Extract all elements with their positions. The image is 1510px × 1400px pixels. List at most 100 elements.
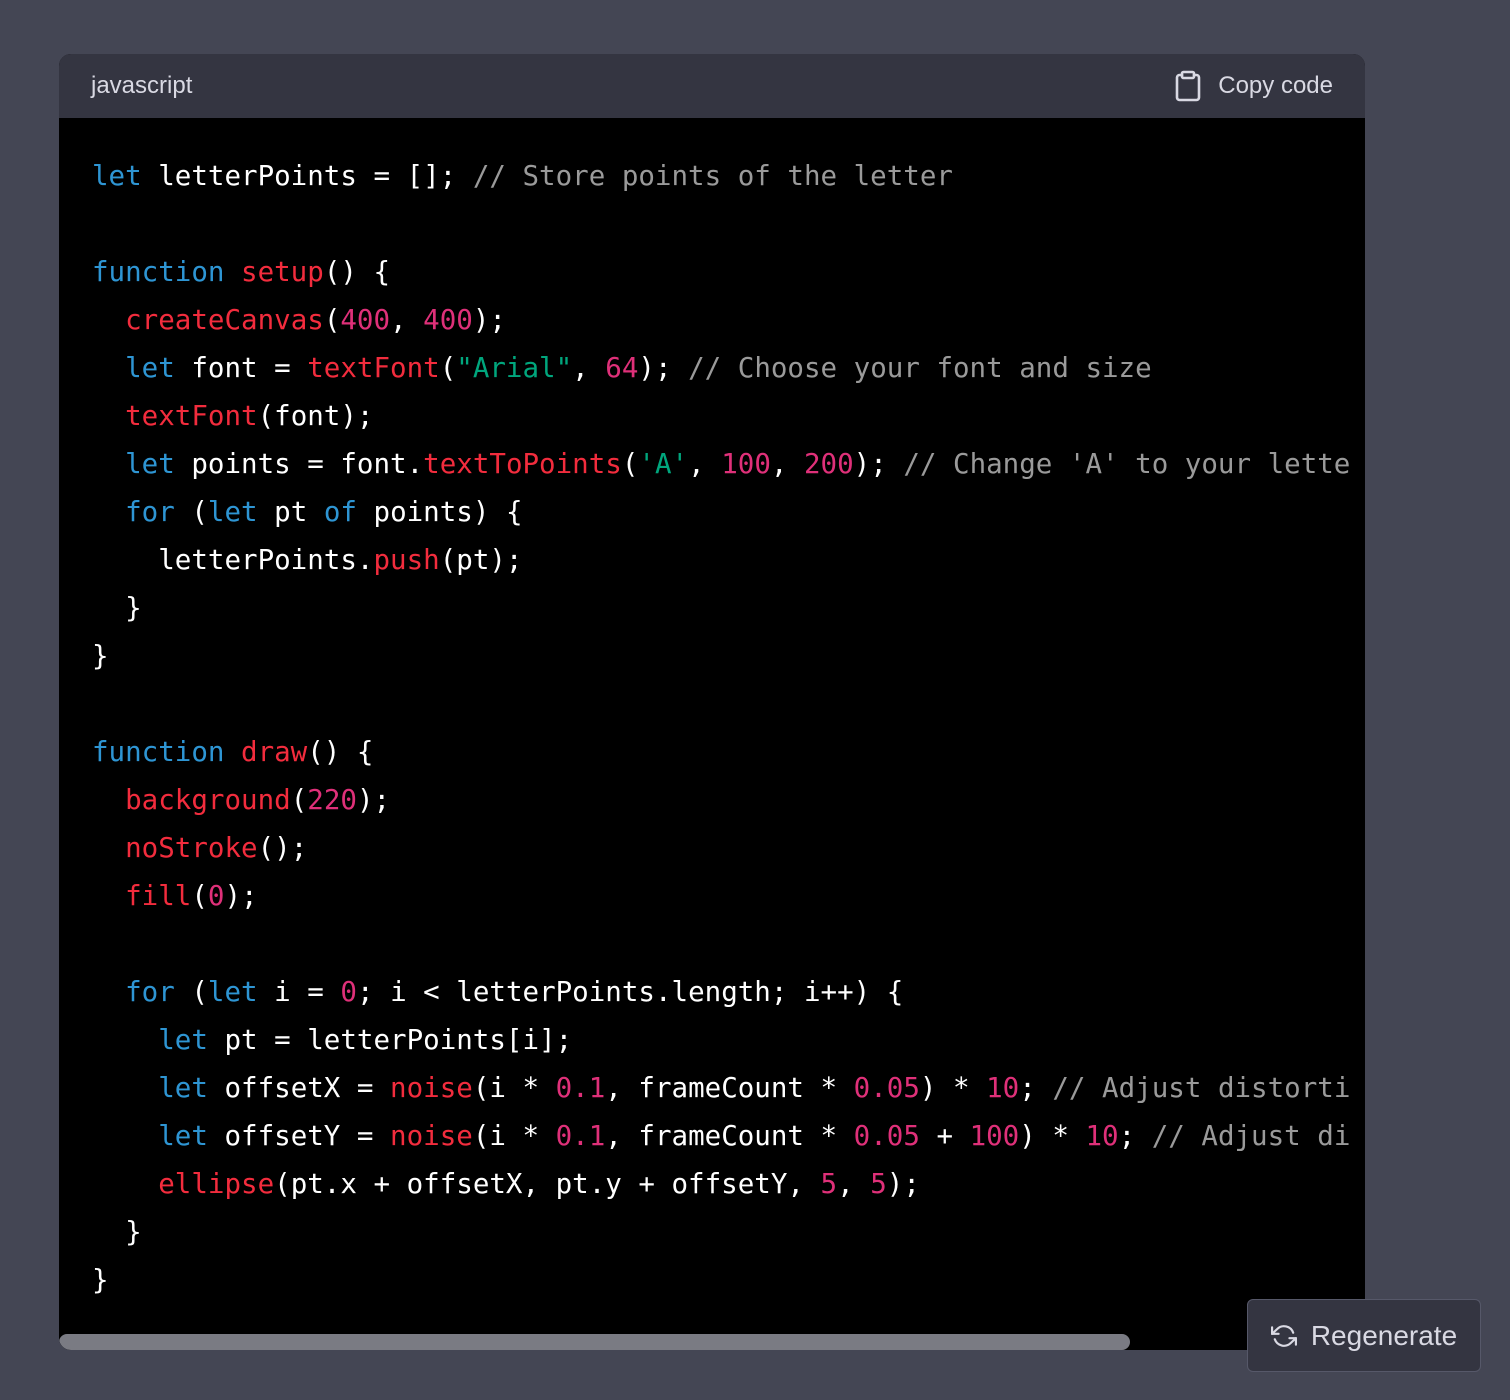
copy-code-label: Copy code xyxy=(1218,72,1333,99)
code-token-func: draw xyxy=(241,736,308,768)
code-token-num: 0 xyxy=(207,880,225,912)
code-token-func: textFont xyxy=(307,352,440,384)
code-token-plain: ) * xyxy=(919,1072,987,1104)
code-token-plain: (i * xyxy=(472,1120,556,1152)
code-token-plain: pt xyxy=(257,496,324,528)
code-line: createCanvas(400, 400); xyxy=(92,296,1350,344)
code-token-plain: ( xyxy=(191,880,208,912)
code-token-plain: ; xyxy=(1019,1072,1053,1104)
horizontal-scrollbar-thumb[interactable] xyxy=(59,1334,1130,1350)
code-token-num: 200 xyxy=(804,448,854,480)
code-line: } xyxy=(92,1208,1350,1256)
code-token-plain: , frameCount * xyxy=(605,1120,854,1152)
code-token-keyword: for xyxy=(125,496,175,528)
code-token-func: noStroke xyxy=(125,832,258,864)
code-token-num: 64 xyxy=(605,352,639,384)
code-token-func: noise xyxy=(390,1072,473,1104)
code-token-str: "Arial" xyxy=(456,352,573,384)
code-token-keyword: let xyxy=(207,496,258,528)
code-token-plain: ( xyxy=(621,448,639,480)
code-line: for (let pt of points) { xyxy=(92,488,1350,536)
code-token-num: 0.05 xyxy=(853,1072,920,1104)
code-content: let letterPoints = []; // Store points o… xyxy=(92,152,1350,1304)
code-token-plain: (i * xyxy=(472,1072,556,1104)
code-token-num: 0.1 xyxy=(555,1072,606,1104)
code-block: javascript Copy code let letterPoints = … xyxy=(59,54,1365,1350)
code-token-num: 0.1 xyxy=(555,1120,606,1152)
code-token-plain: ; xyxy=(1118,1120,1152,1152)
code-token-plain: (); xyxy=(257,832,308,864)
code-token-keyword: function xyxy=(92,256,225,288)
code-token-plain: ); xyxy=(472,304,506,336)
code-token-plain: offsetY = xyxy=(207,1120,391,1152)
code-token-comment: // Adjust di xyxy=(1151,1120,1351,1152)
regenerate-button[interactable]: Regenerate xyxy=(1247,1299,1481,1372)
code-token-keyword: let xyxy=(125,448,175,480)
code-token-plain: i = xyxy=(257,976,341,1008)
code-line: ellipse(pt.x + offsetX, pt.y + offsetY, … xyxy=(92,1160,1350,1208)
code-token-keyword: function xyxy=(92,736,225,768)
code-token-comment: // Change 'A' to your lette xyxy=(903,448,1351,480)
code-line: for (let i = 0; i < letterPoints.length;… xyxy=(92,968,1350,1016)
code-token-plain: , xyxy=(572,352,606,384)
code-token-plain: , xyxy=(390,304,424,336)
code-token-plain: } xyxy=(92,1216,142,1248)
code-line: } xyxy=(92,632,1350,680)
code-token-keyword: for xyxy=(125,976,175,1008)
code-token-keyword: let xyxy=(125,352,175,384)
code-token-plain: ); xyxy=(853,448,904,480)
code-token-plain: , frameCount * xyxy=(605,1072,854,1104)
code-line: function setup() { xyxy=(92,248,1350,296)
code-token-num: 220 xyxy=(307,784,357,816)
code-line: let letterPoints = []; // Store points o… xyxy=(92,152,1350,200)
code-token-func: textToPoints xyxy=(423,448,622,480)
code-line: let points = font.textToPoints('A', 100,… xyxy=(92,440,1350,488)
code-token-plain: } xyxy=(92,640,109,672)
code-token-func: createCanvas xyxy=(125,304,324,336)
code-token-plain: (pt.x + offsetX, pt.y + offsetY, xyxy=(274,1168,821,1200)
code-line: } xyxy=(92,1256,1350,1304)
code-token-num: 400 xyxy=(340,304,391,336)
code-token-plain: ); xyxy=(356,784,391,816)
code-token-keyword: of xyxy=(323,496,357,528)
code-token-plain: letterPoints = []; xyxy=(141,160,473,192)
code-line: background(220); xyxy=(92,776,1350,824)
code-line: fill(0); xyxy=(92,872,1350,920)
code-token-plain: } xyxy=(92,1264,109,1296)
code-line: let font = textFont("Arial", 64); // Cho… xyxy=(92,344,1350,392)
code-line: let offsetX = noise(i * 0.1, frameCount … xyxy=(92,1064,1350,1112)
code-token-keyword: let xyxy=(158,1120,208,1152)
code-token-plain: + xyxy=(919,1120,970,1152)
code-token-num: 100 xyxy=(969,1120,1020,1152)
code-token-num: 100 xyxy=(721,448,771,480)
code-token-num: 10 xyxy=(986,1072,1020,1104)
copy-code-button[interactable]: Copy code xyxy=(1174,70,1333,102)
code-token-plain: points = font. xyxy=(174,448,424,480)
code-token-func: noise xyxy=(390,1120,473,1152)
code-token-func: push xyxy=(373,544,440,576)
clipboard-icon xyxy=(1174,70,1202,102)
code-language-label: javascript xyxy=(91,72,193,99)
code-token-plain: points) { xyxy=(356,496,523,528)
code-token-plain: offsetX = xyxy=(207,1072,391,1104)
code-token-num: 5 xyxy=(870,1168,887,1200)
code-token-plain: ); xyxy=(886,1168,920,1200)
code-token-num: 0 xyxy=(340,976,357,1008)
code-token-plain: ) * xyxy=(1019,1120,1086,1152)
code-token-plain: } xyxy=(92,592,142,624)
code-token-plain: ); xyxy=(224,880,258,912)
code-token-keyword: let xyxy=(207,976,258,1008)
code-token-func: setup xyxy=(241,256,324,288)
code-line: noStroke(); xyxy=(92,824,1350,872)
